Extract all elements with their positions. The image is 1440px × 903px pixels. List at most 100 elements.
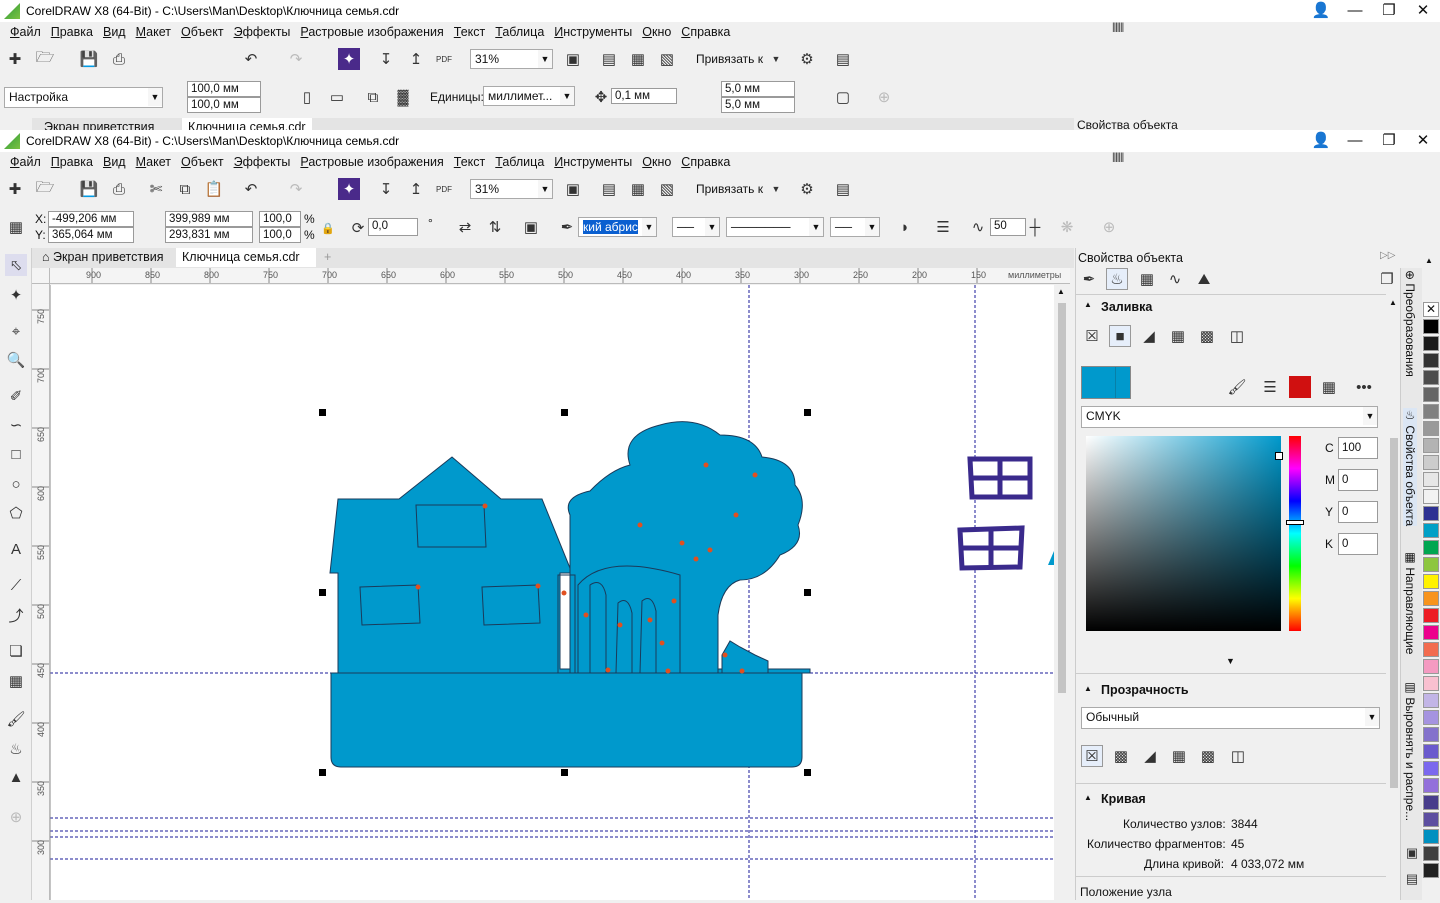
close-button[interactable]: ✕ bbox=[1406, 0, 1440, 22]
start-arrow-combo[interactable]: ── ▼ bbox=[672, 217, 720, 237]
palette-swatch[interactable] bbox=[1423, 727, 1439, 742]
palette-swatch[interactable] bbox=[1423, 472, 1439, 487]
app-launcher-icon[interactable]: ▤ bbox=[832, 178, 854, 200]
vector-pattern-icon[interactable]: ▦ bbox=[1167, 325, 1189, 347]
end-arrow-combo[interactable]: ── ▼ bbox=[830, 217, 880, 237]
interactive-fill-icon[interactable]: ♨ bbox=[5, 738, 27, 760]
menu-effects[interactable]: Эффекты bbox=[234, 155, 291, 169]
texture-transparency-icon[interactable]: ◫ bbox=[1227, 745, 1249, 767]
menu-edit[interactable]: Правка bbox=[51, 155, 93, 169]
page-frame-icon[interactable]: ▢ bbox=[832, 86, 854, 108]
transparency-tool-icon[interactable]: ▦ bbox=[5, 670, 27, 692]
menu-layout[interactable]: Макет bbox=[136, 25, 171, 39]
scale-y-field[interactable]: 100,0 bbox=[259, 227, 301, 243]
guides-icon[interactable]: ▧ bbox=[656, 48, 678, 70]
redo-icon[interactable]: ↷ bbox=[285, 178, 307, 200]
new-tab-icon[interactable]: + bbox=[318, 248, 337, 267]
palette-swatch[interactable] bbox=[1423, 778, 1439, 793]
paste-icon[interactable]: 📋 bbox=[203, 178, 225, 200]
object-width-field[interactable]: 399,989 мм bbox=[165, 211, 253, 227]
side-tab-transform[interactable]: ⊕ Преобразования bbox=[1403, 270, 1417, 377]
color-sliders-icon[interactable]: ☰ bbox=[1259, 376, 1281, 398]
snap-dropdown-icon[interactable]: ▼ bbox=[765, 178, 787, 200]
back-tab-welcome[interactable]: Экран приветствия bbox=[38, 118, 160, 130]
undo-icon[interactable]: ↶ bbox=[240, 48, 262, 70]
maximize-button[interactable]: ❐ bbox=[1372, 130, 1406, 152]
eyedropper-tool-icon[interactable]: 🖌 bbox=[5, 708, 27, 730]
curve-tab-icon[interactable]: ∿ bbox=[1164, 268, 1186, 290]
grid-icon[interactable]: ▦ bbox=[627, 48, 649, 70]
palette-swatch[interactable] bbox=[1423, 557, 1439, 572]
transparency-collapse-icon[interactable]: ▲ bbox=[1084, 684, 1092, 693]
preset-combo[interactable]: Настройка ▼ bbox=[4, 87, 163, 108]
side-panel-grid-icon[interactable]: ▤ bbox=[1401, 868, 1423, 890]
vertical-scrollbar[interactable]: ▲ bbox=[1054, 285, 1070, 900]
bitmap-pattern-icon[interactable]: ▩ bbox=[1196, 325, 1218, 347]
drawing-canvas[interactable] bbox=[49, 285, 1054, 900]
transparency-mode-combo[interactable]: Обычный ▼ bbox=[1081, 707, 1380, 729]
palette-swatch[interactable] bbox=[1423, 642, 1439, 657]
side-panel-icon[interactable]: ▣ bbox=[1401, 842, 1423, 864]
pdf-icon[interactable]: PDF bbox=[433, 178, 455, 200]
palette-swatch[interactable] bbox=[1423, 404, 1439, 419]
palette-swatch[interactable] bbox=[1423, 438, 1439, 453]
scrollbar-thumb[interactable] bbox=[1058, 303, 1066, 693]
palette-swatch[interactable] bbox=[1423, 693, 1439, 708]
snap-to-label[interactable]: Привязать к bbox=[696, 182, 763, 196]
no-transparency-icon[interactable]: ☒ bbox=[1081, 745, 1103, 767]
undo-icon[interactable]: ↶ bbox=[240, 178, 262, 200]
page-width-field[interactable]: 100,0 мм bbox=[187, 81, 261, 97]
palette-swatch[interactable] bbox=[1423, 676, 1439, 691]
docker-scrollbar-thumb[interactable] bbox=[1390, 438, 1398, 788]
palette-swatch[interactable] bbox=[1423, 659, 1439, 674]
docker-options-icon[interactable]: ❐ bbox=[1376, 268, 1398, 290]
smoothing-field[interactable]: 50 bbox=[990, 218, 1026, 236]
palette-scroll-up-icon[interactable]: ▲ bbox=[1425, 256, 1433, 265]
black-field[interactable]: 0 bbox=[1338, 533, 1378, 555]
menu-tools[interactable]: Инструменты bbox=[554, 155, 632, 169]
all-pages-icon[interactable]: ⧉ bbox=[362, 86, 384, 108]
print-icon[interactable]: ⎙ bbox=[108, 48, 130, 70]
artistic-media-icon[interactable]: ∽ bbox=[5, 414, 27, 436]
menu-tools[interactable]: Инструменты bbox=[554, 25, 632, 39]
palette-swatch[interactable] bbox=[1423, 795, 1439, 810]
expand-icon[interactable]: ▼ bbox=[1226, 656, 1235, 666]
color-viewer-icon[interactable]: ■ bbox=[1289, 376, 1311, 398]
copy-icon[interactable]: ⧉ bbox=[174, 178, 196, 200]
page-height-field[interactable]: 100,0 мм bbox=[187, 97, 261, 113]
fill-collapse-icon[interactable]: ▲ bbox=[1084, 300, 1092, 309]
zoom-fit-icon[interactable]: ▣ bbox=[562, 178, 584, 200]
grid-icon[interactable]: ▦ bbox=[627, 178, 649, 200]
full-screen-icon[interactable]: ▤ bbox=[598, 48, 620, 70]
polygon-tool-icon[interactable]: ⬠ bbox=[5, 502, 27, 524]
curve-collapse-icon[interactable]: ▲ bbox=[1084, 793, 1092, 802]
parallel-dimension-icon[interactable]: ⟋ bbox=[5, 574, 27, 596]
menu-view[interactable]: Вид bbox=[103, 155, 126, 169]
smart-fill-icon[interactable]: ▲ bbox=[5, 766, 27, 788]
zoom-fit-icon[interactable]: ▣ bbox=[562, 48, 584, 70]
text-wrap-icon[interactable]: ☰ bbox=[932, 216, 954, 238]
magenta-field[interactable]: 0 bbox=[1338, 469, 1378, 491]
outline-width-combo[interactable]: кий абрис ▼ bbox=[578, 217, 657, 237]
pdf-icon[interactable]: PDF bbox=[433, 48, 455, 70]
menu-view[interactable]: Вид bbox=[103, 25, 126, 39]
import-icon[interactable]: ↧ bbox=[375, 48, 397, 70]
docker-scrollbar[interactable]: ▲ bbox=[1387, 288, 1400, 900]
texture-fill-icon[interactable]: ◫ bbox=[1226, 325, 1248, 347]
launcher-icon[interactable]: ✦ bbox=[338, 178, 360, 200]
menu-table[interactable]: Таблица bbox=[495, 155, 544, 169]
vector-transparency-icon[interactable]: ▦ bbox=[1168, 745, 1190, 767]
text-tool-icon[interactable]: A bbox=[5, 538, 27, 560]
palette-swatch[interactable] bbox=[1423, 625, 1439, 640]
drop-shadow-icon[interactable]: ❏ bbox=[5, 640, 27, 662]
menu-text[interactable]: Текст bbox=[454, 155, 485, 169]
menu-edit[interactable]: Правка bbox=[51, 25, 93, 39]
fountain-fill-icon[interactable]: ◢ bbox=[1138, 325, 1160, 347]
palette-swatch[interactable] bbox=[1423, 863, 1439, 878]
color-picker-area[interactable] bbox=[1086, 436, 1283, 631]
palette-swatch[interactable] bbox=[1423, 421, 1439, 436]
palette-swatch[interactable] bbox=[1423, 812, 1439, 827]
palette-swatch[interactable] bbox=[1423, 829, 1439, 844]
add-tool-icon[interactable]: ⊕ bbox=[5, 806, 27, 828]
palette-swatch[interactable] bbox=[1423, 455, 1439, 470]
